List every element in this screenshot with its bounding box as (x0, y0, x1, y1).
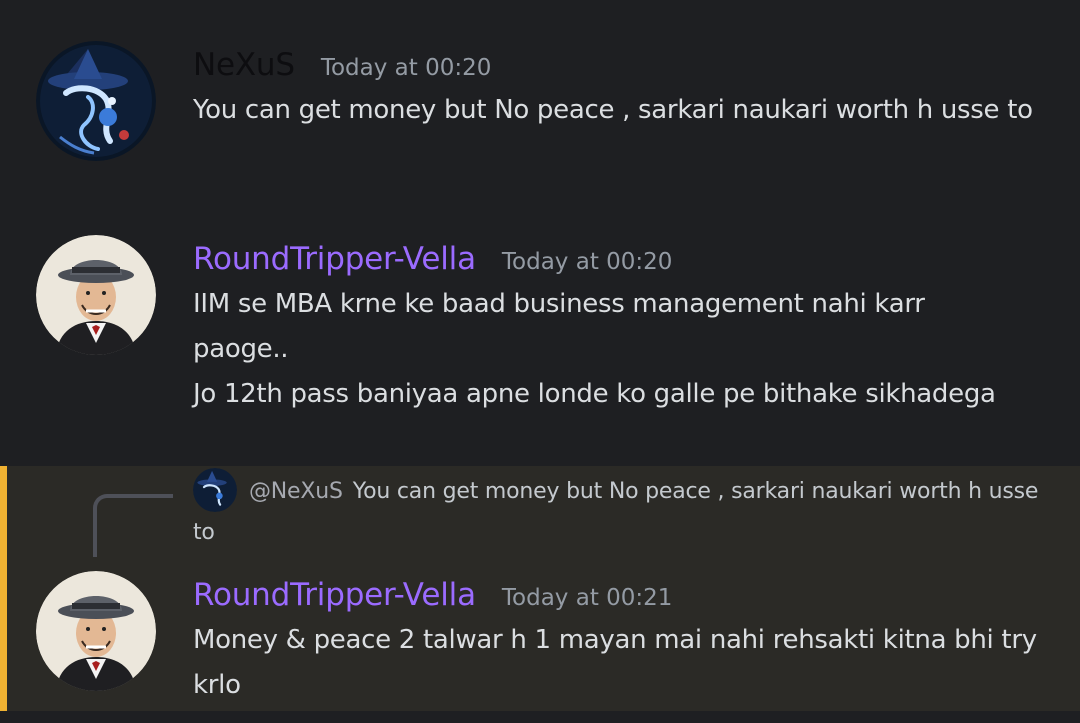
reply-preview[interactable]: @NeXuS You can get money but No peace , s… (193, 468, 1053, 552)
username[interactable]: NeXuS (193, 47, 295, 83)
username[interactable]: RoundTripper-Vella (193, 241, 476, 277)
message-content: Money & peace 2 talwar h 1 mayan mai nah… (193, 618, 1043, 708)
timestamp[interactable]: Today at 00:20 (321, 55, 492, 81)
message-text-line-2: Jo 12th pass baniyaa apne londe ko galle… (193, 379, 996, 409)
timestamp[interactable]: Today at 00:21 (502, 585, 673, 611)
reply-connector (93, 494, 173, 557)
bottom-edge (0, 711, 1080, 723)
message-text: You can get money but No peace , sarkari… (193, 95, 1033, 125)
mention-highlight-bar (0, 466, 7, 711)
message-header: RoundTripper-Vella Today at 00:20 (193, 241, 672, 277)
message-text-line-1: IIM se MBA krne ke baad business managem… (193, 289, 925, 364)
message-text: Money & peace 2 talwar h 1 mayan mai nah… (193, 625, 1037, 700)
timestamp[interactable]: Today at 00:20 (502, 249, 673, 275)
message-content: You can get money but No peace , sarkari… (193, 88, 1053, 133)
chat-messages: NeXuS Today at 00:20 You can get money b… (0, 0, 1080, 723)
vella-avatar-icon[interactable] (36, 235, 156, 355)
message-content: IIM se MBA krne ke baad business managem… (193, 282, 996, 417)
reply-mention[interactable]: @NeXuS (249, 479, 343, 504)
message-header: NeXuS Today at 00:20 (193, 47, 491, 83)
nexus-avatar-icon[interactable] (36, 41, 156, 161)
message-header: RoundTripper-Vella Today at 00:21 (193, 577, 672, 613)
username[interactable]: RoundTripper-Vella (193, 577, 476, 613)
reply-avatar-icon (193, 468, 237, 512)
vella-avatar-icon[interactable] (36, 571, 156, 691)
